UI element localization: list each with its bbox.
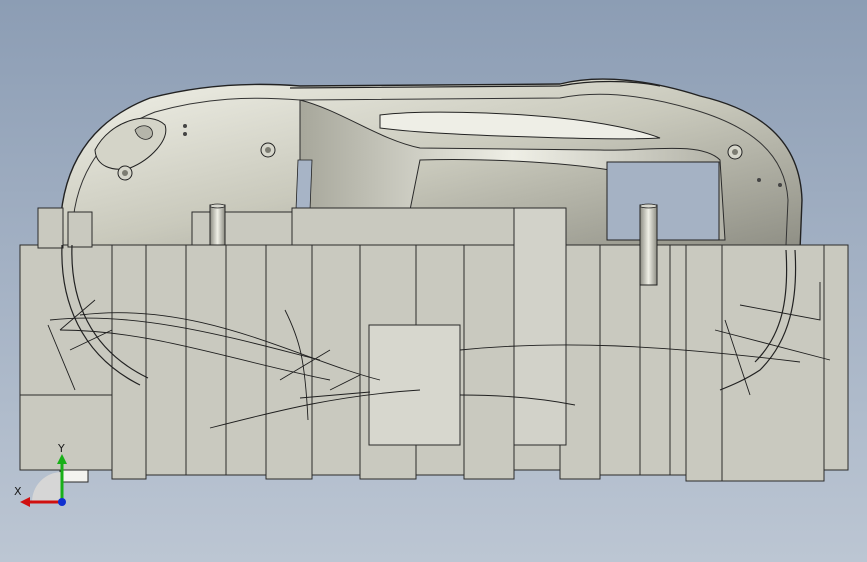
view-orientation-triad[interactable] [10, 440, 80, 510]
x-axis-label: X [14, 485, 22, 498]
cad-3d-viewport[interactable]: Y X [0, 0, 867, 562]
y-axis-label: Y [58, 442, 65, 455]
z-axis-dot [58, 498, 66, 506]
mold-plates[interactable] [19, 207, 849, 483]
mold-assembly-model[interactable] [0, 0, 867, 562]
